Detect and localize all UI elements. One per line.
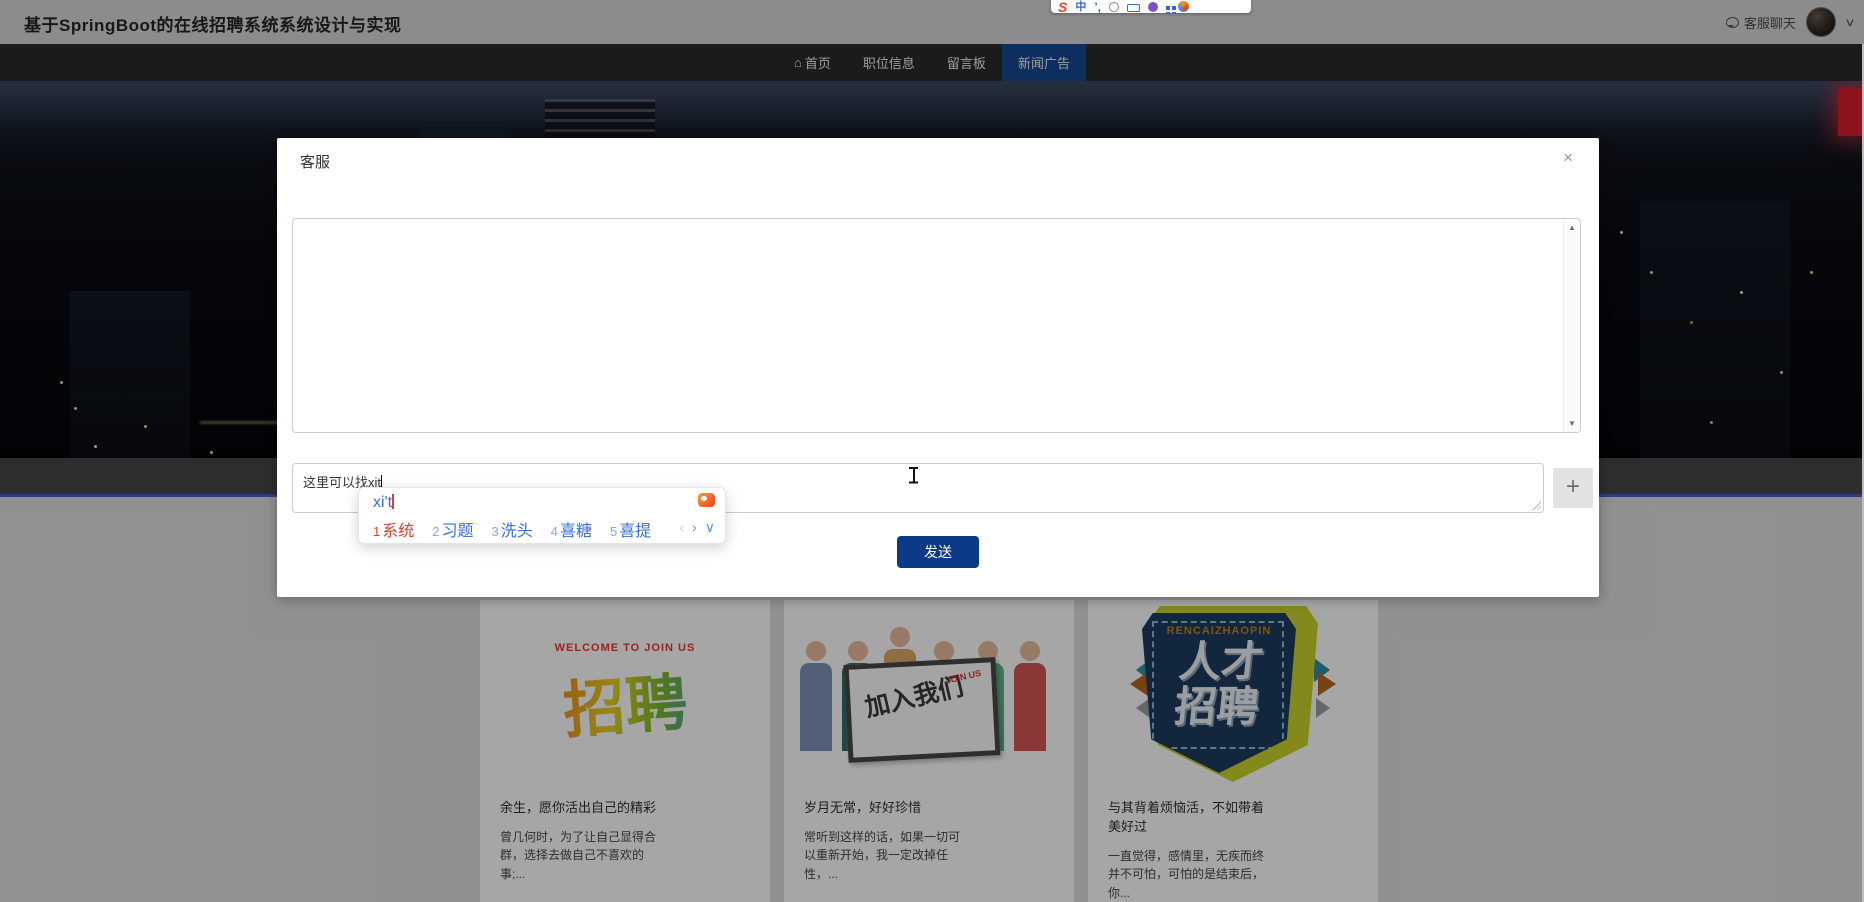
chat-history-box[interactable] — [292, 218, 1581, 433]
ime-candidate-5[interactable]: 5喜提 — [610, 517, 651, 541]
ime-candidate-row: 1系统 2习题 3洗头 4喜糖 5喜提 — [373, 517, 669, 541]
punctuation-icon[interactable]: ’, — [1094, 3, 1101, 12]
scroll-down-icon[interactable] — [1564, 419, 1580, 428]
skin-icon[interactable] — [1148, 2, 1158, 12]
input-value: 这里可以找 — [303, 475, 368, 490]
ime-candidate-popup: xi't 1系统 2习题 3洗头 4喜糖 5喜提 ‹ › ∨ — [358, 487, 726, 544]
ime-candidate-3[interactable]: 3洗头 — [492, 517, 533, 541]
ime-candidate-4[interactable]: 4喜糖 — [551, 517, 592, 541]
ime-pager: ‹ › ∨ — [679, 519, 715, 536]
candidate-word: 系统 — [382, 523, 414, 540]
ime-caret — [392, 494, 394, 509]
candidate-word: 喜提 — [619, 523, 651, 540]
candidate-index: 3 — [492, 524, 499, 539]
candidate-word: 喜糖 — [560, 523, 592, 540]
ime-composition: xi't — [373, 494, 394, 512]
toolbox-grid-icon[interactable] — [1166, 6, 1170, 10]
attach-plus-button[interactable]: + — [1553, 468, 1593, 508]
soft-keyboard-icon[interactable] — [1127, 4, 1140, 12]
sogou-logo-icon[interactable]: S — [1058, 2, 1067, 12]
chat-scrollbar[interactable] — [1563, 219, 1580, 432]
ime-candidate-2[interactable]: 2习题 — [432, 517, 473, 541]
text-cursor — [908, 466, 919, 484]
ime-candidate-1[interactable]: 1系统 — [373, 517, 414, 541]
candidate-word: 洗头 — [501, 523, 533, 540]
next-page-icon[interactable]: › — [692, 519, 697, 536]
candidate-word: 习题 — [441, 523, 473, 540]
chinese-mode-icon[interactable]: 中 — [1075, 2, 1086, 12]
ime-composition-text: xi't — [373, 494, 392, 511]
resize-grip[interactable] — [1531, 500, 1541, 510]
candidate-index: 5 — [610, 524, 617, 539]
prev-page-icon[interactable]: ‹ — [679, 519, 684, 536]
candidate-index: 1 — [373, 524, 380, 539]
modal-title: 客服 — [300, 151, 330, 172]
send-button[interactable]: 发送 — [897, 536, 979, 568]
ime-toolbar: S 中 ’, — [1051, 0, 1251, 13]
close-icon[interactable]: × — [1563, 148, 1573, 168]
emoji-icon[interactable] — [1109, 2, 1119, 12]
scroll-up-icon[interactable] — [1564, 223, 1580, 232]
browser-sync-icon[interactable] — [1178, 1, 1189, 12]
page: 基于SpringBoot的在线招聘系统系统设计与实现 客服聊天 ∨ 首页 职位信… — [0, 0, 1864, 902]
candidate-index: 4 — [551, 524, 558, 539]
sogou-logo-icon[interactable] — [698, 493, 715, 507]
expand-icon[interactable]: ∨ — [705, 519, 715, 536]
candidate-index: 2 — [432, 524, 439, 539]
